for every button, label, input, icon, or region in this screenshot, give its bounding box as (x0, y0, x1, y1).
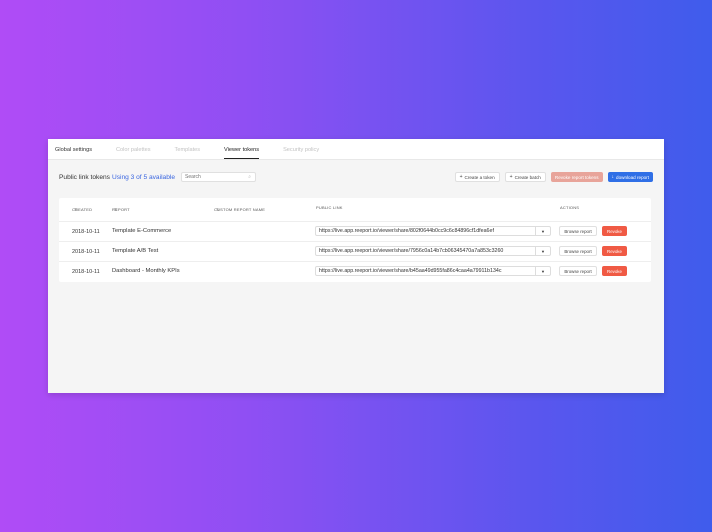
report-name: Template E-Commerce (112, 228, 172, 234)
tab-global-settings[interactable]: Global settings (55, 139, 92, 159)
sort-icon: ⇅ (114, 207, 118, 212)
created-date: 2018-10-11 (72, 229, 100, 235)
caret-down-icon[interactable]: ▼ (535, 267, 550, 275)
create-token-label: Create a token (464, 174, 495, 180)
public-link-text[interactable]: https://live.app.reeport.io/viewer/share… (316, 248, 535, 254)
revoke-report-tokens-label: Revoke report tokens (554, 174, 599, 180)
sort-icon: ⇅ (216, 207, 220, 212)
tab-color-palettes[interactable]: Color palettes (116, 139, 151, 159)
sort-icon: ⇅ (74, 207, 78, 212)
report-name: Dashboard - Monthly KPIs (112, 268, 180, 274)
tab-viewer-tokens[interactable]: Viewer tokens (224, 139, 260, 159)
tokens-table: CREATED ⇅ REPORT ⇅ CUSTOM REPORT NAME ⇅ PUB… (59, 198, 651, 282)
report-name: Template A/B Test (112, 248, 159, 254)
settings-window: Global settings Color palettes Templates… (48, 139, 664, 393)
create-batch-button[interactable]: + Create batch (504, 172, 546, 182)
public-link-field[interactable]: https://live.app.reeport.io/viewer/share… (315, 246, 551, 256)
download-icon: ↓ (611, 174, 615, 180)
browse-report-button[interactable]: Browse report (559, 226, 597, 236)
created-date: 2018-10-11 (72, 269, 100, 275)
table-row: 2018-10-11 Template E-Commerce https://l… (59, 221, 651, 241)
create-batch-label: Create batch (514, 174, 541, 180)
table-row: 2018-10-11 Dashboard - Monthly KPIs http… (59, 261, 651, 281)
browse-report-button[interactable]: Browse report (559, 246, 597, 256)
search-input[interactable] (185, 174, 245, 180)
col-actions: ACTIONS (560, 205, 580, 210)
tab-security-policy[interactable]: Security policy (283, 139, 319, 159)
search-icon: ⌕ (248, 174, 251, 180)
table-header: CREATED ⇅ REPORT ⇅ CUSTOM REPORT NAME ⇅ PUB… (59, 205, 651, 215)
revoke-button[interactable]: Revoke (602, 226, 627, 236)
caret-down-icon[interactable]: ▼ (535, 227, 550, 235)
table-row: 2018-10-11 Template A/B Test https://liv… (59, 241, 651, 261)
revoke-button[interactable]: Revoke (602, 266, 627, 276)
toolbar: Public link tokens Using 3 of 5 availabl… (59, 172, 653, 182)
create-token-button[interactable]: + Create a token (454, 172, 500, 182)
public-link-text[interactable]: https://live.app.reeport.io/viewer/share… (316, 228, 535, 234)
download-report-button[interactable]: ↓ download report (607, 172, 653, 182)
col-public-link: PUBLIC LINK (316, 205, 343, 210)
search-box[interactable]: ⌕ (181, 172, 256, 182)
plus-icon: + (509, 174, 513, 180)
public-link-field[interactable]: https://live.app.reeport.io/viewer/share… (315, 226, 551, 236)
download-report-label: download report (616, 174, 649, 180)
revoke-button[interactable]: Revoke (602, 246, 627, 256)
revoke-report-tokens-button[interactable]: Revoke report tokens (550, 172, 603, 182)
page-title: Public link tokens (59, 173, 110, 181)
toolbar-actions: + Create a token + Create batch Revoke r… (454, 172, 653, 182)
caret-down-icon[interactable]: ▼ (535, 247, 550, 255)
col-custom-name-label: CUSTOM REPORT NAME (214, 207, 266, 212)
public-link-field[interactable]: https://live.app.reeport.io/viewer/share… (315, 266, 551, 276)
tab-bar: Global settings Color palettes Templates… (48, 139, 664, 160)
browse-report-button[interactable]: Browse report (559, 266, 597, 276)
usage-link[interactable]: Using 3 of 5 available (112, 174, 175, 181)
tab-templates[interactable]: Templates (175, 139, 201, 159)
public-link-text[interactable]: https://live.app.reeport.io/viewer/share… (316, 268, 535, 274)
created-date: 2018-10-11 (72, 249, 100, 255)
plus-icon: + (459, 174, 463, 180)
